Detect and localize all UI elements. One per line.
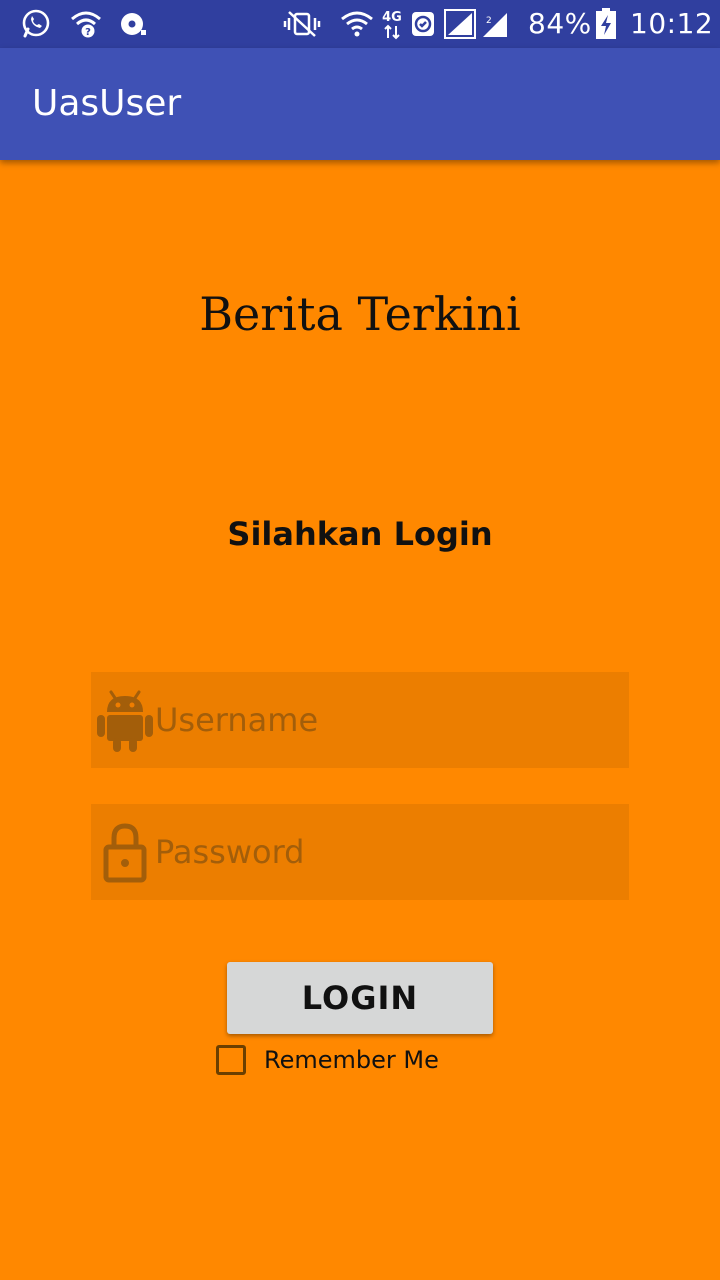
network-4g-icon: 4G <box>380 8 404 40</box>
remember-me-checkbox[interactable] <box>216 1045 246 1075</box>
status-bar: ? 4G 2 84% 10:12 <box>0 0 720 48</box>
lock-icon <box>97 818 153 886</box>
wifi-question-icon: ? <box>70 8 102 40</box>
page-title: Berita Terkini <box>199 287 521 341</box>
wifi-icon <box>340 8 374 40</box>
battery-charging-icon <box>594 8 618 40</box>
remember-me-row[interactable]: Remember Me <box>214 1040 439 1080</box>
app-bar: UasUser <box>0 48 720 160</box>
svg-text:?: ? <box>85 27 91 38</box>
signal-sim2-icon: 2 <box>480 8 510 40</box>
vibrate-off-icon <box>282 8 322 40</box>
battery-percent: 84% <box>528 7 592 40</box>
login-button[interactable]: LOGIN <box>227 962 493 1034</box>
password-field[interactable] <box>91 804 629 900</box>
signal-sim1-icon <box>444 8 476 40</box>
remember-me-label[interactable]: Remember Me <box>264 1045 439 1075</box>
login-prompt: Silahkan Login <box>227 515 493 553</box>
network-4g-label: 4G <box>382 10 402 25</box>
login-screen: Berita Terkini Silahkan Login Username L… <box>0 160 720 1280</box>
sync-disc-icon <box>118 8 148 40</box>
clock-time: 10:12 <box>630 7 714 40</box>
data-saver-icon <box>410 8 436 40</box>
app-title: UasUser <box>32 83 182 124</box>
username-field[interactable] <box>91 672 629 768</box>
svg-text:2: 2 <box>486 16 492 26</box>
android-icon <box>97 686 153 754</box>
whatsapp-icon <box>20 8 52 40</box>
username-input[interactable] <box>155 672 615 768</box>
password-input[interactable] <box>155 804 615 900</box>
